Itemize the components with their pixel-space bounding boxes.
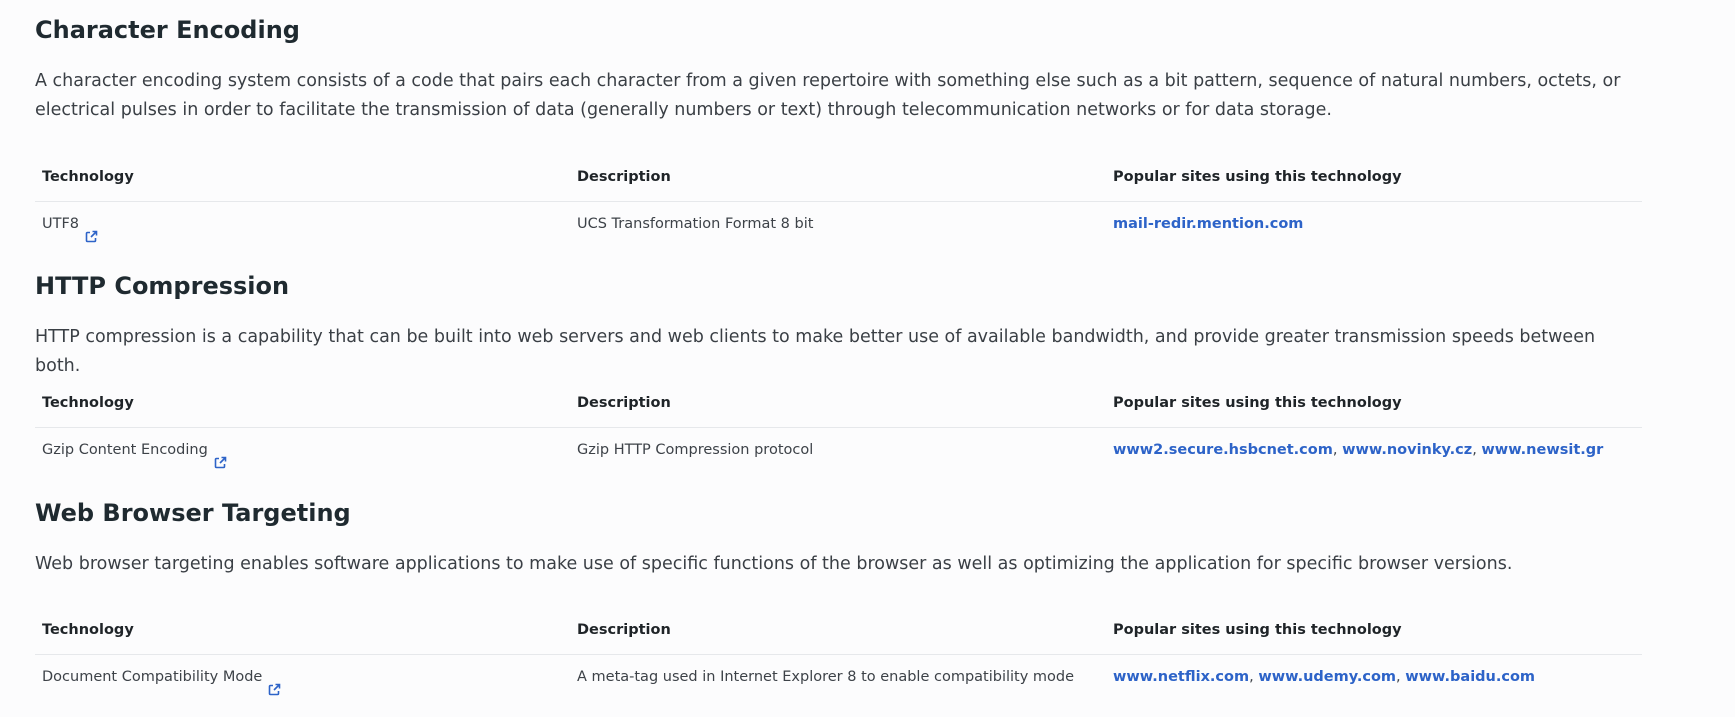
popular-sites-cell: www2.secure.hsbcnet.com, www.novinky.cz,… (1113, 442, 1604, 458)
site-link[interactable]: www.newsit.gr (1481, 442, 1603, 458)
table-header-row: Technology Description Popular sites usi… (35, 154, 1642, 202)
section-description: A character encoding system consists of … (35, 71, 1621, 120)
technology-cell: Gzip Content Encoding (42, 427, 227, 474)
section-title: Web Browser Targeting (35, 499, 351, 527)
technology-cell: Document Compatibility Mode (42, 654, 281, 701)
column-header-description: Description (577, 169, 671, 185)
column-header-technology: Technology (42, 622, 134, 638)
external-link-icon[interactable] (268, 669, 281, 696)
table-row: Document Compatibility Mode A meta-tag u… (35, 654, 1642, 701)
site-link[interactable]: www.baidu.com (1405, 669, 1535, 685)
popular-sites-cell: mail-redir.mention.com (1113, 201, 1303, 248)
technology-table: Technology Description Popular sites usi… (35, 154, 1642, 248)
table-header-row: Technology Description Popular sites usi… (35, 380, 1642, 428)
column-header-popular-sites: Popular sites using this technology (1113, 395, 1402, 411)
site-link[interactable]: www2.secure.hsbcnet.com (1113, 442, 1333, 458)
site-link[interactable]: www.novinky.cz (1342, 442, 1472, 458)
column-header-popular-sites: Popular sites using this technology (1113, 622, 1402, 638)
technology-cell: UTF8 (42, 201, 98, 248)
section-title: HTTP Compression (35, 272, 290, 300)
external-link-icon[interactable] (214, 442, 227, 469)
column-header-description: Description (577, 395, 671, 411)
technology-table: Technology Description Popular sites usi… (35, 380, 1642, 474)
technology-name: UTF8 (42, 216, 80, 232)
description-cell: Gzip HTTP Compression protocol (577, 442, 814, 458)
table-row: UTF8 UCS Transformation Format 8 bit mai… (35, 201, 1642, 248)
description-cell: A meta-tag used in Internet Explorer 8 t… (577, 669, 1075, 685)
site-link[interactable]: mail-redir.mention.com (1113, 216, 1303, 232)
column-header-technology: Technology (42, 169, 134, 185)
column-header-description: Description (577, 622, 671, 638)
technology-name: Document Compatibility Mode (42, 669, 263, 685)
section-description: HTTP compression is a capability that ca… (35, 327, 1596, 376)
section-title: Character Encoding (35, 16, 300, 44)
table-row: Gzip Content Encoding Gzip HTTP Compress… (35, 427, 1642, 474)
technology-table: Technology Description Popular sites usi… (35, 607, 1642, 701)
site-link[interactable]: www.netflix.com (1113, 669, 1249, 685)
column-header-technology: Technology (42, 395, 134, 411)
external-link-icon[interactable] (85, 216, 98, 243)
technology-name: Gzip Content Encoding (42, 442, 208, 458)
site-link[interactable]: www.udemy.com (1258, 669, 1396, 685)
popular-sites-cell: www.netflix.com, www.udemy.com, www.baid… (1113, 669, 1536, 685)
description-cell: UCS Transformation Format 8 bit (577, 216, 814, 232)
section-description: Web browser targeting enables software a… (35, 554, 1513, 574)
table-header-row: Technology Description Popular sites usi… (35, 607, 1642, 655)
column-header-popular-sites: Popular sites using this technology (1113, 169, 1402, 185)
